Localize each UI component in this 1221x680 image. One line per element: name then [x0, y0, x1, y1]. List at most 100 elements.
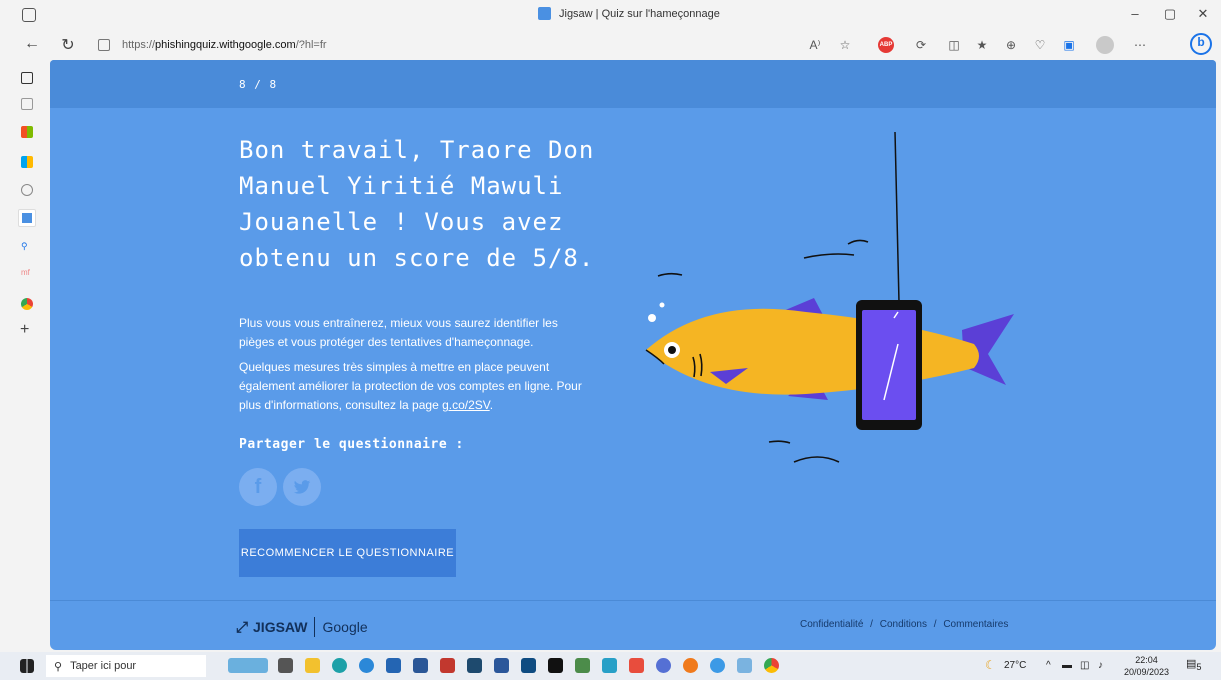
edge-icon[interactable] [332, 658, 347, 673]
title-bar: Jigsaw | Quiz sur l'hameçonnage – ▢ ✕ [0, 0, 1221, 30]
app-icon[interactable] [602, 658, 617, 673]
netflix-icon[interactable] [548, 658, 563, 673]
tab-title: Jigsaw | Quiz sur l'hameçonnage [559, 7, 720, 20]
app-icon[interactable] [467, 658, 482, 673]
address-bar[interactable]: https://phishingquiz.withgoogle.com/?hl=… [98, 33, 858, 57]
clock[interactable]: 22:04 20/09/2023 [1124, 654, 1169, 678]
mf-icon[interactable]: mf [21, 268, 35, 280]
active-tab[interactable]: Jigsaw | Quiz sur l'hameçonnage [538, 7, 720, 20]
jigsaw-logo-icon: ⤢ [236, 618, 249, 636]
windows-start-icon[interactable] [20, 659, 34, 673]
footer-divider [50, 600, 1216, 601]
extensions-icon[interactable]: ⟳ [912, 36, 930, 54]
taskbar-search-placeholder: Taper ici pour [70, 660, 137, 672]
security-paragraph: Quelques mesures très simples à mettre e… [239, 358, 584, 415]
taskbar-search[interactable]: ⚲ Taper ici pour [46, 655, 206, 677]
footer-links: Confidentialité / Conditions / Commentai… [800, 619, 1012, 630]
task-view-icon[interactable] [278, 658, 293, 673]
store-icon[interactable] [413, 658, 428, 673]
restart-quiz-button[interactable]: RECOMMENCER LE QUESTIONNAIRE [239, 529, 456, 577]
lock-icon [98, 39, 110, 51]
firefox-icon[interactable] [683, 658, 698, 673]
widget-icon[interactable] [228, 658, 268, 673]
close-button[interactable]: ✕ [1193, 6, 1213, 22]
url-path: /?hl=fr [295, 39, 327, 51]
twitter-icon[interactable] [283, 468, 321, 506]
weather-icon[interactable]: ☾ [985, 658, 996, 672]
chrome-icon[interactable] [764, 658, 779, 673]
terms-link[interactable]: Conditions [880, 619, 927, 630]
more-icon[interactable]: ⋯ [1131, 36, 1149, 54]
url-host: phishingquiz.withgoogle.com [155, 39, 296, 51]
vertical-sidebar: ⚲ mf + [0, 60, 50, 652]
url-prefix: https:// [122, 39, 156, 51]
jigsaw-wordmark: JIGSAW [253, 619, 308, 635]
tab-actions-icon[interactable] [22, 8, 36, 22]
practice-paragraph: Plus vous vous entraînerez, mieux vous s… [239, 316, 558, 349]
search-icon: ⚲ [54, 660, 63, 673]
split-screen-icon[interactable]: ◫ [945, 36, 963, 54]
word-icon[interactable] [494, 658, 509, 673]
progress-band: 8 / 8 [50, 60, 1216, 108]
clock-date: 20/09/2023 [1124, 667, 1170, 677]
notification-icon[interactable]: ▤5 [1186, 657, 1202, 672]
app-icon[interactable] [656, 658, 671, 673]
tabs-icon[interactable] [21, 72, 33, 84]
performance-icon[interactable]: ♡ [1031, 36, 1049, 54]
battery-icon[interactable]: ▬ [1062, 660, 1072, 671]
app-icon[interactable] [737, 658, 752, 673]
refresh-icon[interactable]: ↻ [58, 35, 78, 55]
privacy-link[interactable]: Confidentialité [800, 619, 863, 630]
progress-indicator: 8 / 8 [239, 78, 278, 91]
active-tab-icon[interactable] [18, 209, 36, 227]
app-icon[interactable] [359, 658, 374, 673]
edge-feature-icon[interactable]: ▣ [1060, 36, 1078, 54]
tray-chevron-icon[interactable]: ^ [1046, 660, 1051, 671]
feedback-link[interactable]: Commentaires [943, 619, 1008, 630]
fish-phone-illustration [645, 132, 1014, 463]
weather-text[interactable]: 27°C [1004, 660, 1026, 671]
volume-icon[interactable]: ♪ [1098, 660, 1103, 671]
access-icon[interactable] [440, 658, 455, 673]
collections-icon[interactable]: ⊕ [1002, 36, 1020, 54]
search-icon[interactable]: ⚲ [21, 241, 33, 253]
ie-icon[interactable] [710, 658, 725, 673]
profile-avatar[interactable] [1096, 36, 1114, 54]
security-text: Quelques mesures très simples à mettre e… [239, 360, 582, 412]
office-icon[interactable] [21, 126, 33, 138]
facebook-icon[interactable]: f [239, 468, 277, 506]
read-aloud-icon[interactable]: A⁾ [806, 36, 824, 54]
link-separator: / [870, 619, 873, 630]
favicon-icon [538, 7, 551, 20]
bing-chat-icon[interactable]: b [1190, 33, 1212, 55]
favorite-star-icon[interactable]: ☆ [836, 36, 854, 54]
chrome-icon[interactable] [21, 298, 33, 310]
favorites-icon[interactable]: ★ [973, 36, 991, 54]
browser-window: Jigsaw | Quiz sur l'hameçonnage – ▢ ✕ ← … [0, 0, 1221, 680]
share-title: Partager le questionnaire : [239, 437, 464, 452]
google-wordmark: Google [322, 619, 368, 635]
mail-icon[interactable] [521, 658, 536, 673]
minimize-button[interactable]: – [1125, 6, 1145, 21]
notification-count: 5 [1196, 662, 1202, 673]
adblock-icon[interactable]: ABP [878, 37, 894, 53]
document-icon[interactable] [21, 98, 33, 110]
restore-button[interactable]: ▢ [1160, 6, 1180, 22]
app-icon[interactable] [575, 658, 590, 673]
network-icon[interactable]: ◫ [1080, 660, 1089, 671]
back-icon[interactable]: ← [22, 35, 42, 53]
apps-icon[interactable] [21, 156, 33, 168]
result-headline: Bon travail, Traore Don Manuel Yiritié M… [239, 136, 595, 272]
footer-logo[interactable]: ⤢ JIGSAW Google [236, 617, 368, 637]
logo-separator [314, 617, 316, 637]
shield-icon[interactable] [21, 184, 33, 196]
app-icon[interactable] [629, 658, 644, 673]
clock-time: 22:04 [1135, 655, 1158, 665]
link-separator: / [933, 619, 937, 630]
toolbar: ← ↻ https://phishingquiz.withgoogle.com /… [0, 30, 1221, 60]
plus-icon[interactable]: + [20, 322, 32, 338]
file-explorer-icon[interactable] [305, 658, 320, 673]
2sv-link[interactable]: g.co/2SV [442, 398, 490, 412]
period: . [489, 398, 494, 412]
vscode-icon[interactable] [386, 658, 401, 673]
